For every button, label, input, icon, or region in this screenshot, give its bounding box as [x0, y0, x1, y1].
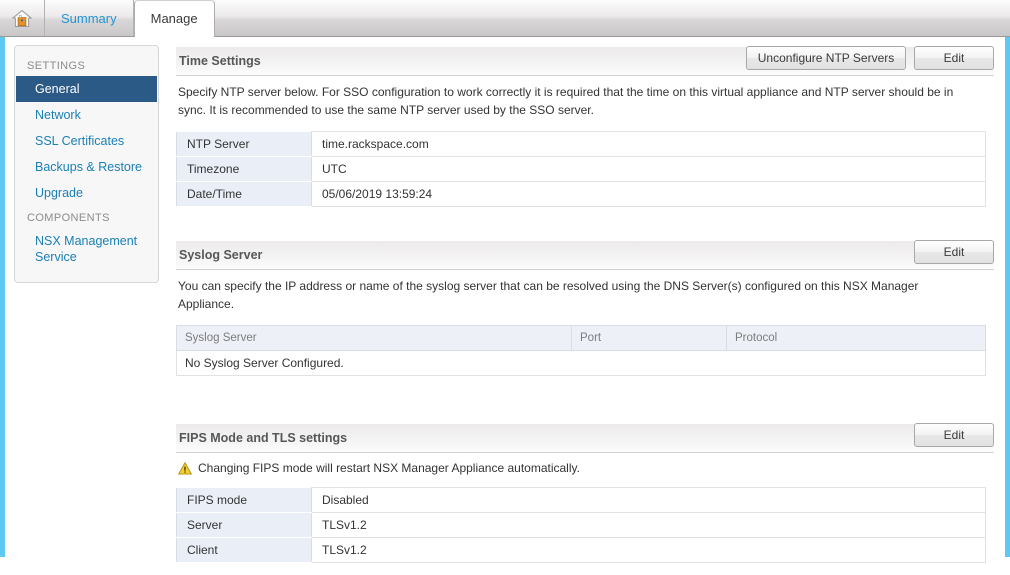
time-settings-description: Specify NTP server below. For SSO config… — [178, 85, 954, 117]
warning-triangle-icon — [178, 461, 192, 474]
time-settings-edit-button[interactable]: Edit — [914, 46, 994, 70]
sidebar-item-network-label: Network — [35, 108, 81, 122]
column-header-protocol[interactable]: Protocol — [726, 325, 986, 351]
fips-warning: Changing FIPS mode will restart NSX Mana… — [176, 453, 994, 475]
time-settings-title: Time Settings — [179, 54, 261, 68]
section-syslog-server: Syslog Server Edit You can specify the I… — [176, 240, 994, 376]
top-tab-bar: Summary Manage — [0, 0, 1010, 37]
time-settings-header: Time Settings Unconfigure NTP Servers Ed… — [176, 46, 994, 76]
tls-client-label: Client — [176, 537, 312, 563]
settings-sidebar: SETTINGS General Network SSL Certificate… — [14, 45, 159, 283]
sidebar-item-backups-restore[interactable]: Backups & Restore — [15, 154, 158, 180]
sidebar-item-nsx-management-service[interactable]: NSX Management Service — [15, 228, 158, 270]
sidebar-group-components-label: COMPONENTS — [27, 212, 110, 224]
table-row: NTP Server time.rackspace.com — [176, 131, 986, 157]
syslog-server-edit-button[interactable]: Edit — [914, 240, 994, 264]
table-row: No Syslog Server Configured. — [176, 350, 986, 376]
fips-header: FIPS Mode and TLS settings Edit — [176, 423, 994, 453]
right-edge-strip — [1005, 0, 1010, 557]
datetime-value: 05/06/2019 13:59:24 — [311, 181, 986, 207]
sidebar-item-ssl-certificates[interactable]: SSL Certificates — [15, 128, 158, 154]
time-settings-actions: Unconfigure NTP Servers Edit — [746, 46, 994, 70]
column-header-syslog-server[interactable]: Syslog Server — [176, 325, 572, 351]
fips-table: FIPS mode Disabled Server TLSv1.2 Client… — [176, 487, 986, 563]
syslog-server-table: Syslog Server Port Protocol No Syslog Se… — [176, 325, 986, 376]
syslog-empty-message: No Syslog Server Configured. — [176, 350, 986, 376]
tab-manage-label: Manage — [150, 11, 198, 26]
sidebar-item-upgrade-label: Upgrade — [35, 186, 83, 200]
fips-actions: Edit — [914, 423, 994, 447]
tab-summary[interactable]: Summary — [45, 0, 134, 36]
tab-summary-label: Summary — [61, 10, 117, 26]
syslog-server-header: Syslog Server Edit — [176, 240, 994, 270]
left-edge-strip — [0, 0, 5, 557]
time-settings-table: NTP Server time.rackspace.com Timezone U… — [176, 131, 986, 207]
sidebar-item-general[interactable]: General — [16, 76, 157, 102]
ntp-server-label: NTP Server — [176, 131, 312, 157]
sidebar-item-general-label: General — [35, 82, 80, 96]
timezone-label: Timezone — [176, 156, 312, 182]
section-fips-mode-tls: FIPS Mode and TLS settings Edit Changing… — [176, 423, 994, 563]
page-body: SETTINGS General Network SSL Certificate… — [0, 37, 1010, 575]
home-icon — [12, 9, 32, 27]
syslog-server-description: You can specify the IP address or name o… — [178, 279, 919, 311]
sidebar-item-upgrade[interactable]: Upgrade — [15, 180, 158, 206]
timezone-value: UTC — [311, 156, 986, 182]
ntp-server-value: time.rackspace.com — [311, 131, 986, 157]
tls-server-value: TLSv1.2 — [311, 512, 986, 538]
tls-client-value: TLSv1.2 — [311, 537, 986, 563]
table-row: Timezone UTC — [176, 156, 986, 182]
main-content: Time Settings Unconfigure NTP Servers Ed… — [176, 45, 994, 575]
home-button[interactable] — [0, 0, 45, 36]
table-row: Client TLSv1.2 — [176, 537, 986, 563]
sidebar-group-settings-label: SETTINGS — [27, 60, 86, 72]
table-header-row: Syslog Server Port Protocol — [176, 325, 986, 351]
sidebar-item-ssl-certificates-label: SSL Certificates — [35, 134, 125, 148]
fips-warning-text: Changing FIPS mode will restart NSX Mana… — [198, 461, 580, 475]
fips-title: FIPS Mode and TLS settings — [179, 431, 348, 445]
table-row: Server TLSv1.2 — [176, 512, 986, 538]
table-row: Date/Time 05/06/2019 13:59:24 — [176, 181, 986, 207]
tab-manage[interactable]: Manage — [133, 0, 215, 37]
sidebar-item-network[interactable]: Network — [15, 102, 158, 128]
sidebar-item-nsx-management-service-label: NSX Management Service — [35, 234, 138, 264]
section-time-settings: Time Settings Unconfigure NTP Servers Ed… — [176, 46, 994, 207]
sidebar-item-backups-restore-label: Backups & Restore — [35, 160, 142, 174]
fips-mode-label: FIPS mode — [176, 487, 312, 513]
unconfigure-ntp-servers-button[interactable]: Unconfigure NTP Servers — [746, 46, 906, 70]
datetime-label: Date/Time — [176, 181, 312, 207]
syslog-server-title: Syslog Server — [179, 248, 263, 262]
tls-server-label: Server — [176, 512, 312, 538]
table-row: FIPS mode Disabled — [176, 487, 986, 513]
column-header-port[interactable]: Port — [571, 325, 727, 351]
fips-mode-value: Disabled — [311, 487, 986, 513]
syslog-server-actions: Edit — [914, 240, 994, 264]
fips-edit-button[interactable]: Edit — [914, 423, 994, 447]
